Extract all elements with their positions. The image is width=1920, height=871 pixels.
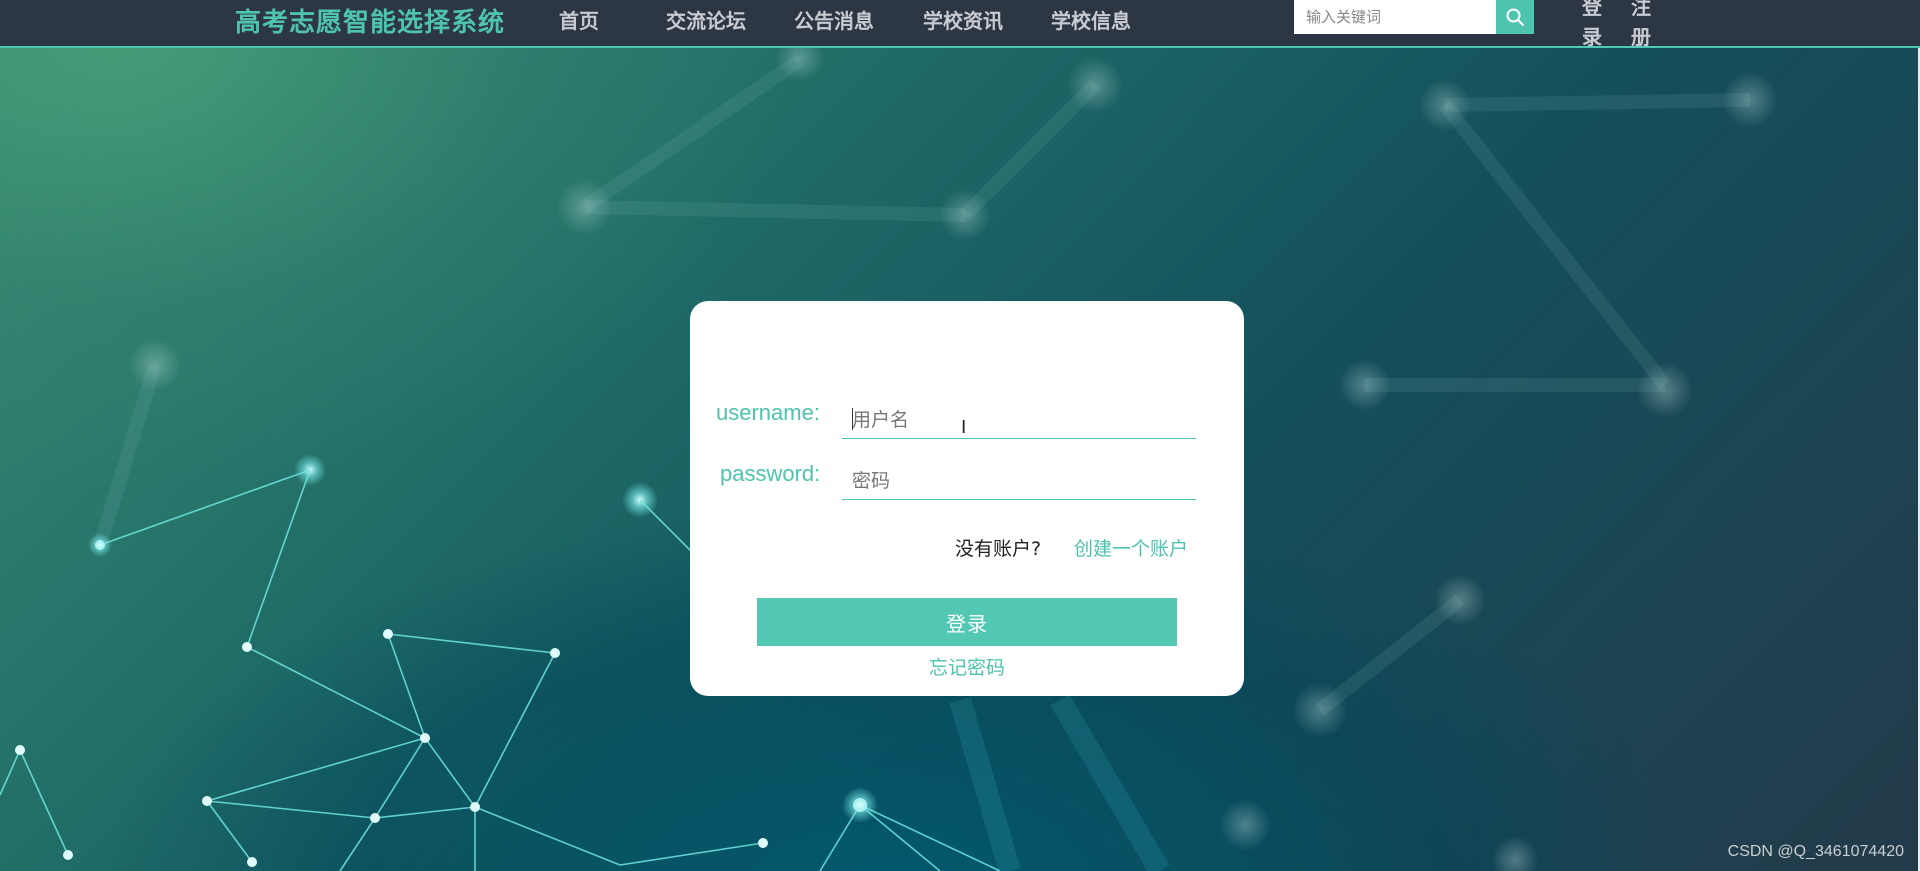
nav-item-school-news[interactable]: 学校资讯 — [923, 5, 1003, 34]
login-button[interactable]: 登录 — [757, 598, 1177, 646]
top-navigation-bar: 高考志愿智能选择系统 首页 交流论坛 公告消息 学校资讯 学校信息 登录 注册 — [0, 0, 1920, 49]
register-link[interactable]: 注册 — [1631, 0, 1653, 52]
nav-item-announcements[interactable]: 公告消息 — [794, 5, 874, 34]
text-caret — [852, 408, 853, 430]
username-input[interactable] — [842, 401, 1196, 439]
no-account-text: 没有账户? — [955, 538, 1042, 560]
create-account-link[interactable]: 创建一个账户 — [1074, 534, 1188, 561]
username-label: username: — [716, 400, 820, 425]
watermark: CSDN @Q_3461074420 — [1727, 843, 1904, 860]
search-button[interactable] — [1496, 0, 1534, 34]
password-label: password: — [720, 461, 821, 486]
nav-item-forum[interactable]: 交流论坛 — [666, 5, 746, 34]
search-icon — [1506, 8, 1524, 26]
site-title: 高考志愿智能选择系统 — [235, 8, 506, 38]
nav-item-school-info[interactable]: 学校信息 — [1051, 5, 1131, 34]
search-input[interactable] — [1294, 0, 1496, 34]
login-card: username: I password: 没有账户? 创建一个账户 登录 忘记… — [690, 301, 1244, 696]
mouse-ibeam-cursor-icon: I — [961, 417, 967, 438]
login-link[interactable]: 登录 — [1582, 0, 1604, 52]
nav-item-home[interactable]: 首页 — [559, 5, 599, 34]
password-input[interactable] — [842, 462, 1196, 500]
forgot-password-link[interactable]: 忘记密码 — [690, 653, 1244, 680]
